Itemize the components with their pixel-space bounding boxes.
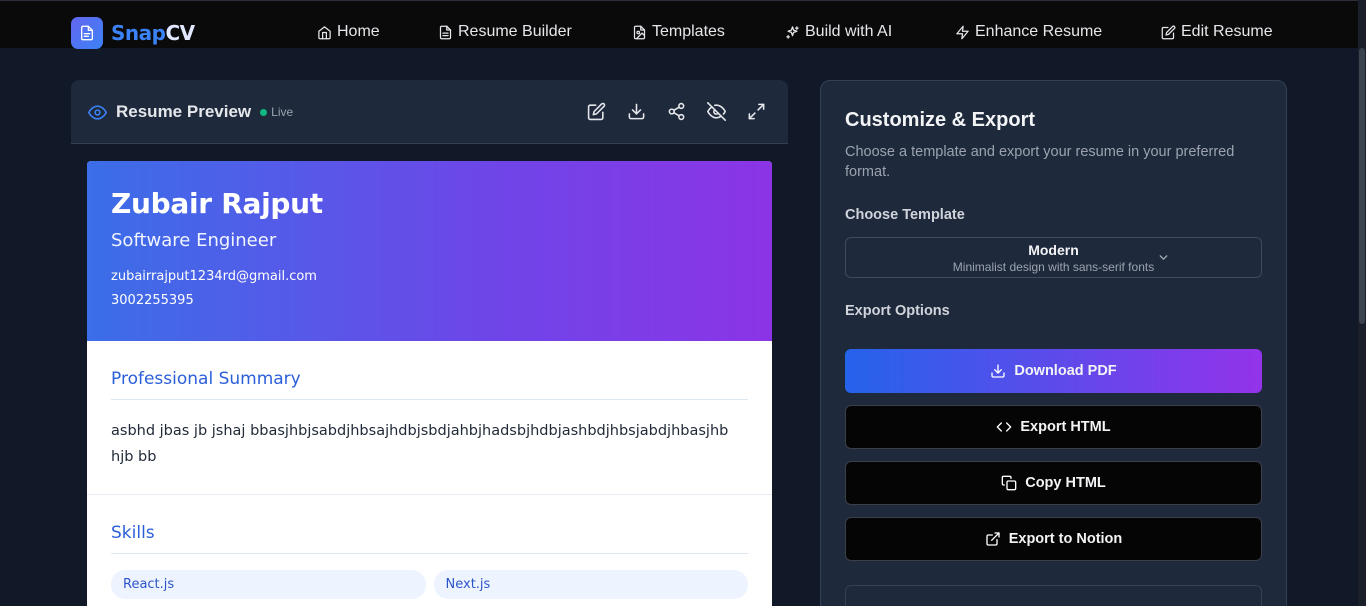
edit-icon	[1161, 25, 1176, 39]
copy-icon	[1001, 475, 1017, 491]
copy-html-label: Copy HTML	[1025, 475, 1106, 491]
nav-home[interactable]: Home	[317, 23, 380, 41]
external-link-icon	[986, 532, 1000, 546]
eye-icon	[88, 104, 107, 120]
nav-resume-builder[interactable]: Resume Builder	[438, 23, 572, 41]
resume-header: Zubair Rajput Software Engineer zubairra…	[87, 161, 772, 341]
expand-icon[interactable]	[747, 102, 766, 121]
resume-contact: zubairrajput1234rd@gmail.com 3002255395	[111, 265, 748, 313]
chevron-down-icon	[1159, 255, 1168, 260]
preview-title-group: Resume Preview Live	[88, 102, 293, 122]
top-navbar: SnapCV Home Resume Builder Templates Bui…	[0, 0, 1358, 49]
export-html-button[interactable]: Export HTML	[845, 405, 1262, 449]
nav-templates-label: Templates	[652, 23, 725, 40]
page-scrollbar[interactable]	[1358, 0, 1366, 606]
preview-toolbar	[587, 102, 766, 121]
template-select[interactable]: Modern Minimalist design with sans-serif…	[845, 237, 1262, 278]
code-icon	[997, 422, 1012, 432]
export-html-label: Export HTML	[1020, 419, 1111, 435]
panel-description: Choose a template and export your resume…	[845, 144, 1235, 180]
nav-templates[interactable]: Templates	[632, 23, 725, 41]
live-status-badge: Live	[260, 105, 293, 119]
download-icon[interactable]	[627, 102, 646, 121]
nav-build-with-ai-label: Build with AI	[805, 23, 893, 40]
summary-text: asbhd jbas jb jshaj bbasjhbjsabdjhbsajhd…	[111, 423, 729, 465]
copy-html-button[interactable]: Copy HTML	[845, 461, 1262, 505]
share-icon[interactable]	[667, 102, 686, 121]
nav-enhance-resume[interactable]: Enhance Resume	[955, 23, 1102, 41]
nav-edit-resume-label: Edit Resume	[1181, 23, 1273, 40]
nav-build-with-ai[interactable]: Build with AI	[785, 23, 892, 41]
eye-off-icon[interactable]	[707, 102, 726, 121]
live-dot	[260, 108, 268, 116]
preview-header: Resume Preview Live	[71, 80, 788, 144]
nav-links: Home Resume Builder Templates Build with…	[0, 23, 1358, 45]
skill-pill: Next.js	[433, 570, 748, 599]
nav-enhance-resume-label: Enhance Resume	[975, 23, 1103, 40]
resume-phone: 3002255395	[111, 293, 194, 308]
nav-resume-builder-label: Resume Builder	[458, 23, 572, 40]
live-label: Live	[271, 105, 294, 119]
download-pdf-button[interactable]: Download PDF	[845, 349, 1262, 393]
nav-edit-resume[interactable]: Edit Resume	[1161, 23, 1273, 41]
file-text-icon	[439, 25, 452, 39]
customize-export-panel: Customize & Export Choose a template and…	[820, 80, 1287, 606]
skills-list: React.js Next.js	[111, 570, 748, 599]
template-description: Minimalist design with sans-serif fonts	[952, 260, 1155, 274]
export-options-label: Export Options	[845, 303, 950, 319]
nav-home-label: Home	[337, 23, 380, 40]
download-icon	[991, 364, 1006, 378]
resume-role: Software Engineer	[111, 230, 277, 251]
resume-name: Zubair Rajput	[111, 187, 323, 220]
skills-section: Skills React.js Next.js	[87, 495, 772, 606]
preview-title: Resume Preview	[116, 102, 252, 121]
skill-pill: React.js	[111, 570, 426, 599]
template-name: Modern	[1028, 242, 1079, 258]
summary-section: Professional Summary asbhd jbas jb jshaj…	[87, 341, 772, 495]
resume-preview: Zubair Rajput Software Engineer zubairra…	[87, 161, 772, 606]
download-pdf-label: Download PDF	[1014, 363, 1117, 379]
scrollbar-thumb[interactable]	[1359, 48, 1365, 324]
home-icon	[318, 25, 331, 39]
sparkles-icon	[786, 25, 799, 39]
panel-next-card	[845, 585, 1262, 606]
summary-title: Professional Summary	[111, 369, 748, 400]
choose-template-label: Choose Template	[845, 207, 965, 223]
skills-title: Skills	[111, 523, 748, 554]
panel-title: Customize & Export	[845, 109, 1036, 131]
resume-email: zubairrajput1234rd@gmail.com	[111, 269, 317, 284]
export-notion-label: Export to Notion	[1008, 531, 1123, 547]
zap-icon	[956, 25, 969, 39]
export-notion-button[interactable]: Export to Notion	[845, 517, 1262, 561]
edit-icon[interactable]	[587, 102, 606, 121]
file-image-icon	[633, 25, 646, 39]
